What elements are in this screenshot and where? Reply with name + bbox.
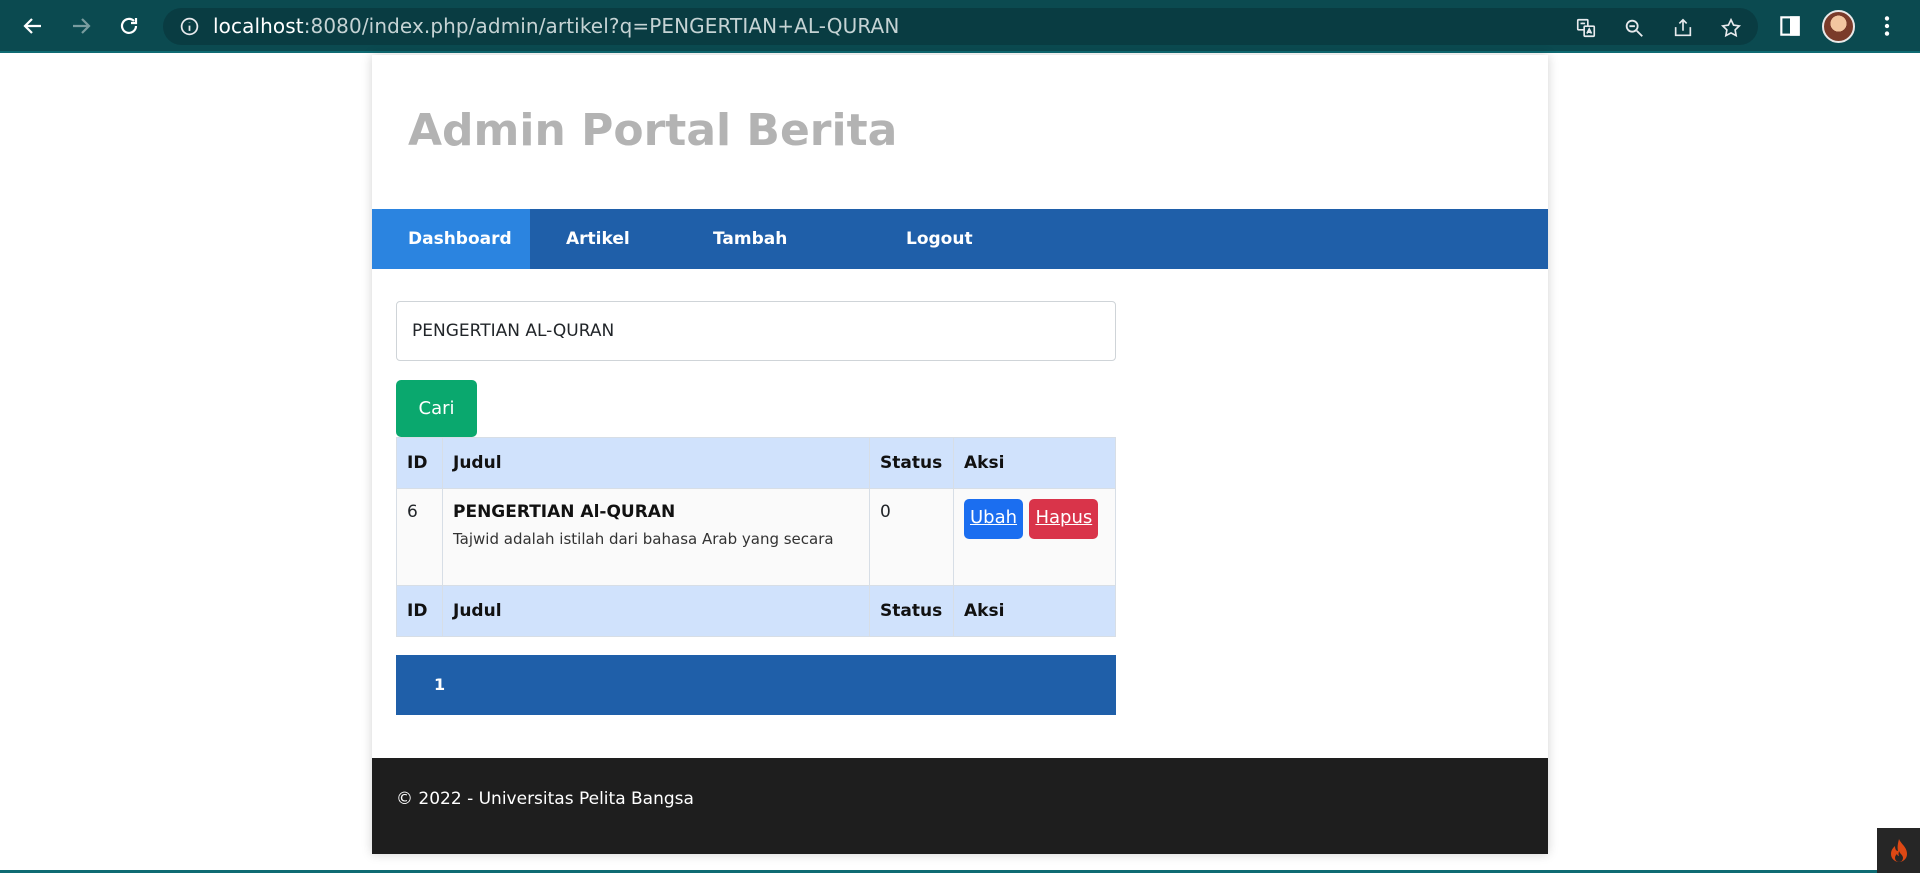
- avatar[interactable]: [1822, 10, 1855, 43]
- debug-toolbar-flame-icon[interactable]: [1877, 828, 1920, 873]
- url-path: :8080/index.php/admin/artikel?q=PENGERTI…: [303, 14, 900, 38]
- nav-item-logout[interactable]: Logout: [870, 209, 1017, 269]
- forward-icon[interactable]: [65, 10, 97, 42]
- reload-icon[interactable]: [113, 10, 145, 42]
- delete-button[interactable]: Hapus: [1029, 499, 1099, 539]
- address-bar[interactable]: localhost:8080/index.php/admin/artikel?q…: [163, 8, 1758, 45]
- table-row: 6 PENGERTIAN Al-QURAN Tajwid adalah isti…: [396, 488, 1116, 586]
- search-input[interactable]: [396, 301, 1116, 361]
- row-status: 0: [869, 488, 954, 586]
- pagination: 1: [396, 655, 1116, 715]
- main-nav: Dashboard Artikel Tambah Artikel Logout: [372, 209, 1548, 309]
- nav-item-tambah-artikel[interactable]: Tambah Artikel: [677, 209, 870, 309]
- nav-item-dashboard[interactable]: Dashboard: [372, 209, 530, 269]
- footer-text: © 2022 - Universitas Pelita Bangsa: [396, 789, 694, 809]
- share-icon[interactable]: [1672, 17, 1694, 39]
- translate-icon[interactable]: [1575, 17, 1597, 39]
- page-title: Admin Portal Berita: [408, 105, 898, 156]
- article-title: PENGERTIAN Al-QURAN: [453, 502, 676, 522]
- search-button[interactable]: Cari: [396, 380, 477, 437]
- articles-table: ID Judul Status Aksi 6 PENGERTIAN Al-QUR…: [396, 437, 1116, 637]
- edit-button[interactable]: Ubah: [964, 499, 1024, 539]
- col-footer-judul: Judul: [442, 585, 870, 637]
- menu-icon[interactable]: [1874, 13, 1900, 39]
- site-footer: © 2022 - Universitas Pelita Bangsa: [372, 758, 1548, 854]
- table-footer-row: ID Judul Status Aksi: [396, 585, 1116, 637]
- browser-toolbar: localhost:8080/index.php/admin/artikel?q…: [0, 0, 1920, 53]
- star-icon[interactable]: [1720, 17, 1742, 39]
- nav-item-artikel[interactable]: Artikel: [530, 209, 677, 269]
- table-header-row: ID Judul Status Aksi: [396, 437, 1116, 489]
- col-header-id: ID: [396, 437, 443, 489]
- page-container: Admin Portal Berita Dashboard Artikel Ta…: [372, 55, 1548, 854]
- back-icon[interactable]: [17, 10, 49, 42]
- col-header-aksi: Aksi: [953, 437, 1116, 489]
- url-host: localhost: [213, 14, 304, 38]
- row-judul: PENGERTIAN Al-QURAN Tajwid adalah istila…: [442, 488, 870, 586]
- sidepanel-icon[interactable]: [1777, 13, 1803, 39]
- col-footer-status: Status: [869, 585, 954, 637]
- row-id: 6: [396, 488, 443, 586]
- article-excerpt: Tajwid adalah istilah dari bahasa Arab y…: [453, 530, 834, 548]
- row-aksi: Ubah Hapus: [953, 488, 1116, 586]
- col-header-judul: Judul: [442, 437, 870, 489]
- col-footer-aksi: Aksi: [953, 585, 1116, 637]
- info-icon[interactable]: [179, 16, 200, 37]
- url-text[interactable]: localhost:8080/index.php/admin/artikel?q…: [213, 14, 899, 38]
- col-footer-id: ID: [396, 585, 443, 637]
- site-header: Admin Portal Berita: [372, 55, 1548, 209]
- zoom-icon[interactable]: [1623, 17, 1645, 39]
- col-header-status: Status: [869, 437, 954, 489]
- page-link-current[interactable]: 1: [434, 655, 445, 715]
